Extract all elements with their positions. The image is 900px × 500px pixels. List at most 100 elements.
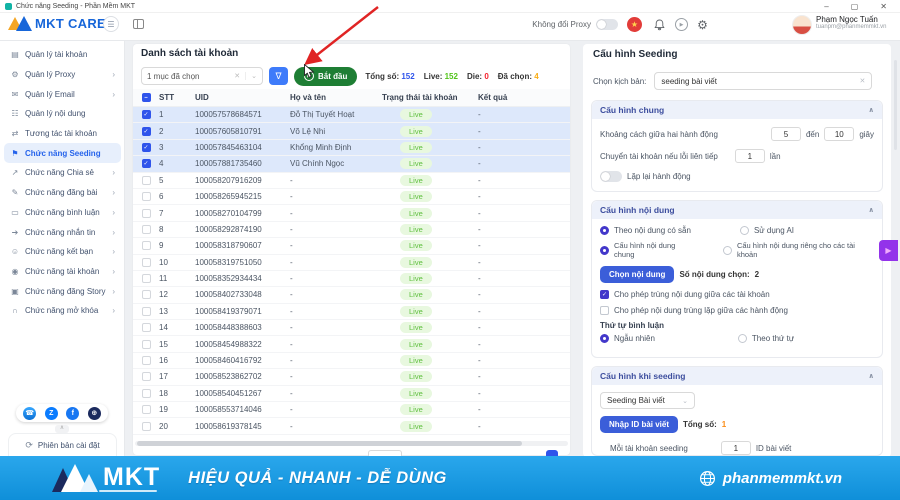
- row-checkbox[interactable]: [141, 175, 151, 185]
- checkbox-dup-actions[interactable]: [600, 306, 609, 315]
- radio-common-content[interactable]: [600, 245, 609, 255]
- row-checkbox[interactable]: [141, 356, 151, 366]
- sidebar-item-email[interactable]: ✉ Quản lý Email ›: [4, 84, 121, 104]
- config-scrollbar[interactable]: [894, 60, 897, 150]
- table-row[interactable]: 18 100058540451267 - Live -: [133, 385, 570, 403]
- seeding-action-header[interactable]: Cấu hình khi seeding ∧: [592, 367, 882, 385]
- table-row[interactable]: 9 100058318790607 - Live -: [133, 238, 570, 255]
- user-info[interactable]: Phạm Ngọc Tuấn tuanpm@phanmemmkt.vn: [816, 15, 886, 30]
- enter-post-id-button[interactable]: Nhập ID bài viết: [600, 416, 679, 433]
- table-row[interactable]: 20 100058619378145 - Live -: [133, 418, 570, 435]
- clear-selection-icon[interactable]: ✕: [234, 72, 245, 80]
- row-checkbox[interactable]: [141, 388, 151, 398]
- sidebar-item-content[interactable]: ☷ Quản lý nội dung: [4, 104, 121, 124]
- row-checkbox[interactable]: [141, 405, 151, 415]
- table-row[interactable]: 8 100058292874190 - Live -: [133, 221, 570, 239]
- sidebar-item-account-feature[interactable]: ◉ Chức năng tài khoản ›: [4, 262, 121, 282]
- proxy-toggle[interactable]: [596, 19, 618, 30]
- content-config-header[interactable]: Cấu hình nội dung ∧: [592, 201, 882, 219]
- row-checkbox[interactable]: [141, 421, 151, 431]
- table-row[interactable]: ✓ 1 100057578684571 Đỗ Thị Tuyết Hoạt Live -: [133, 107, 570, 124]
- table-row[interactable]: 7 100058270104799 - Live -: [133, 205, 570, 222]
- row-checkbox[interactable]: ✓: [141, 142, 151, 152]
- version-button[interactable]: ⟳ Phiên bản cài đặt: [8, 433, 117, 457]
- table-row[interactable]: 16 100058460416792 - Live -: [133, 352, 570, 370]
- sidebar-item-comment[interactable]: ▭ Chức năng bình luận ›: [4, 203, 121, 223]
- table-row[interactable]: 12 100058402733048 - Live -: [133, 287, 570, 304]
- seeding-type-select[interactable]: Seeding Bài viết ⌄: [600, 392, 695, 409]
- panel-toggle-icon[interactable]: [133, 19, 144, 29]
- table-row[interactable]: 13 100058419379071 - Live -: [133, 303, 570, 321]
- vietnam-flag-icon[interactable]: ★: [627, 17, 642, 32]
- close-button[interactable]: ✕: [880, 0, 887, 13]
- row-checkbox[interactable]: [141, 323, 151, 333]
- table-row[interactable]: 11 100058352934434 - Live -: [133, 270, 570, 288]
- website-globe-icon[interactable]: ⊕: [87, 406, 101, 420]
- sidebar-item-interaction[interactable]: ⇄ Tương tác tài khoản: [4, 124, 121, 144]
- table-row[interactable]: 15 100058454988322 - Live -: [133, 336, 570, 353]
- gap-unit: giây: [859, 129, 874, 139]
- clear-scenario-icon[interactable]: ✕: [860, 77, 866, 85]
- choose-content-button[interactable]: Chọn nội dung: [600, 266, 675, 283]
- repeat-toggle[interactable]: [600, 171, 622, 182]
- table-row[interactable]: ✓ 3 100057845463104 Khổng Minh Định Live -: [133, 139, 570, 157]
- scenario-input[interactable]: seeding bài viết ✕: [654, 72, 873, 90]
- row-checkbox[interactable]: [141, 257, 151, 267]
- notification-bell-icon[interactable]: [652, 17, 667, 32]
- floating-play-button[interactable]: ▶: [879, 240, 898, 261]
- row-checkbox[interactable]: [141, 192, 151, 202]
- sidebar-item-seeding[interactable]: ⚑ Chức năng Seeding: [4, 143, 121, 164]
- row-checkbox[interactable]: [141, 224, 151, 234]
- sidebar-item-account-manager[interactable]: ▤ Quản lý tài khoản: [4, 45, 121, 65]
- row-checkbox[interactable]: ✓: [141, 126, 151, 136]
- selection-dropdown[interactable]: 1 mục đã chọn ✕ ⌄: [141, 67, 263, 85]
- row-checkbox[interactable]: [141, 290, 151, 300]
- zalo-icon[interactable]: Z: [44, 406, 58, 420]
- maximize-button[interactable]: ▢: [851, 0, 859, 13]
- table-row[interactable]: 19 100058553714046 - Live -: [133, 402, 570, 419]
- row-checkbox[interactable]: [141, 372, 151, 382]
- per-account-input[interactable]: 1: [720, 441, 751, 455]
- table-row[interactable]: 5 100058207916209 - Live -: [133, 172, 570, 189]
- horizontal-scrollbar[interactable]: [135, 441, 568, 446]
- sidebar-item-story[interactable]: ▣ Chức năng đăng Story ›: [4, 281, 121, 301]
- row-checkbox[interactable]: ✓: [141, 159, 151, 169]
- gap-to-input[interactable]: 10: [824, 127, 855, 141]
- sidebar-item-unlock[interactable]: ∩ Chức năng mở khóa ›: [4, 301, 121, 321]
- table-row[interactable]: ✓ 4 100057881735460 Vũ Chính Ngọc Live -: [133, 156, 570, 173]
- sidebar-item-share[interactable]: ↗ Chức năng Chia sẻ ›: [4, 163, 121, 183]
- minimize-button[interactable]: –: [824, 0, 828, 13]
- sidebar-item-proxy[interactable]: ⚙ Quản lý Proxy ›: [4, 65, 121, 85]
- table-row[interactable]: 10 100058319751050 - Live -: [133, 254, 570, 271]
- select-all-checkbox[interactable]: –: [141, 93, 151, 102]
- sidebar-item-post[interactable]: ✎ Chức năng đăng bài ›: [4, 183, 121, 203]
- radio-sequence-order[interactable]: [737, 334, 747, 343]
- row-checkbox[interactable]: [141, 274, 151, 284]
- radio-random-order[interactable]: [600, 334, 609, 343]
- table-row[interactable]: 17 100058523862702 - Live -: [133, 369, 570, 386]
- checkbox-dup-accounts[interactable]: ✓: [600, 290, 609, 299]
- row-checkbox[interactable]: [141, 339, 151, 349]
- gap-from-input[interactable]: 5: [770, 127, 801, 141]
- radio-separate-content[interactable]: [722, 245, 732, 255]
- support-headset-icon[interactable]: ☎: [23, 406, 37, 420]
- row-checkbox[interactable]: ✓: [141, 110, 151, 120]
- row-checkbox[interactable]: [141, 306, 151, 316]
- sidebar-item-friend[interactable]: ☺ Chức năng kết bạn ›: [4, 242, 121, 262]
- table-row[interactable]: 14 100058448388603 - Live -: [133, 320, 570, 337]
- tutorial-play-icon[interactable]: ▶: [675, 18, 688, 31]
- row-checkbox[interactable]: [141, 241, 151, 251]
- settings-gear-icon[interactable]: ⚙: [695, 17, 710, 32]
- row-checkbox[interactable]: [141, 208, 151, 218]
- radio-available-content[interactable]: [600, 226, 609, 235]
- general-config-header[interactable]: Cấu hình chung ∧: [592, 101, 882, 119]
- facebook-icon[interactable]: f: [66, 406, 80, 420]
- version-collapse-handle[interactable]: ∧: [55, 425, 69, 433]
- user-avatar[interactable]: [792, 15, 812, 35]
- table-row[interactable]: 6 100058265945215 - Live -: [133, 188, 570, 206]
- table-row[interactable]: ✓ 2 100057605810791 Võ Lệ Nhi Live -: [133, 123, 570, 140]
- sidebar-collapse-button[interactable]: ☰: [103, 16, 119, 32]
- switch-input[interactable]: 1: [734, 149, 765, 163]
- sidebar-item-message[interactable]: ➔ Chức năng nhắn tin ›: [4, 222, 121, 242]
- radio-use-ai[interactable]: [739, 226, 749, 235]
